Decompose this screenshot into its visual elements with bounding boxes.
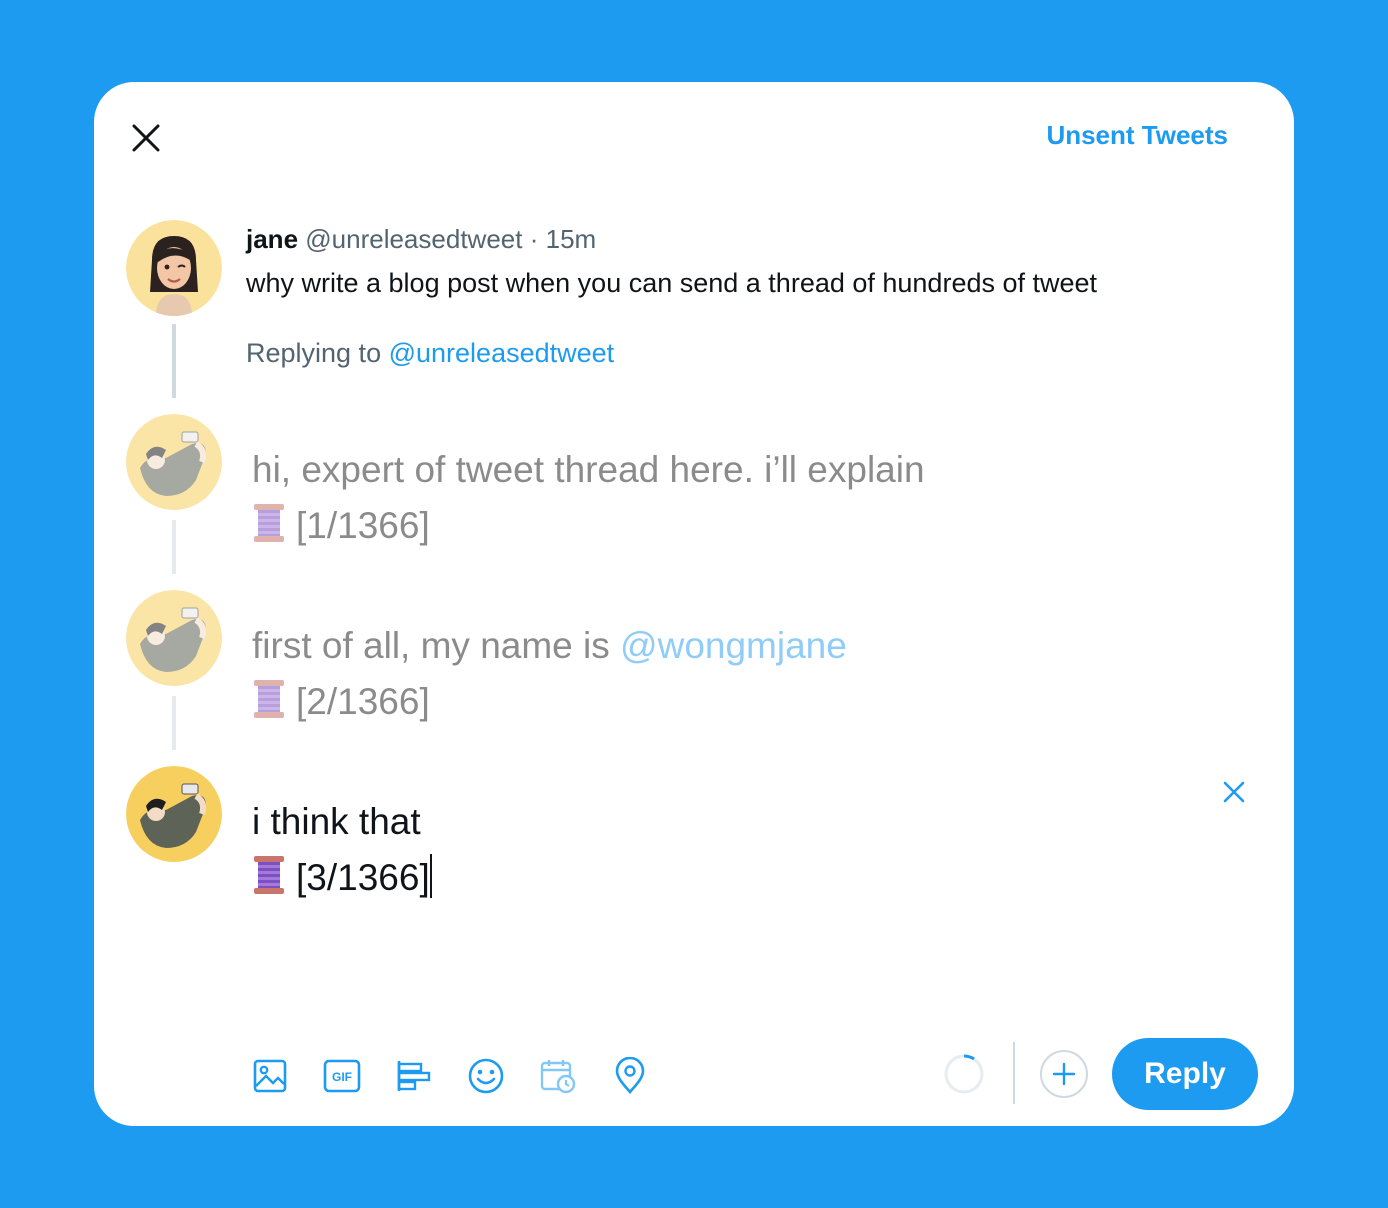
location-button[interactable] <box>608 1054 652 1098</box>
compose-modal: Unsent Tweets jane @unreleasedtweet · 15… <box>94 82 1294 1126</box>
schedule-button[interactable] <box>536 1054 580 1098</box>
draft-text: i think that <box>252 801 421 842</box>
svg-text:GIF: GIF <box>332 1070 352 1084</box>
close-button[interactable] <box>124 116 168 160</box>
draft-tweet-1[interactable]: hi, expert of tweet thread here. i’ll ex… <box>252 442 925 554</box>
draft-text-prefix: first of all, my name is <box>252 625 610 666</box>
thread-spool-icon <box>252 856 286 894</box>
thread-spool-icon <box>252 504 286 542</box>
close-icon <box>132 124 160 152</box>
draft-counter: [2/1366] <box>296 681 430 722</box>
draft-counter-line: [3/1366] <box>252 850 432 906</box>
thread-connector-line <box>172 520 176 574</box>
remove-draft-button[interactable] <box>1216 774 1252 810</box>
draft-text: hi, expert of tweet thread here. i’ll ex… <box>252 449 925 490</box>
author-name[interactable]: jane <box>246 224 298 254</box>
compose-toolbar: GIF <box>248 1052 680 1100</box>
tweet-time[interactable]: 15m <box>546 224 597 254</box>
unsent-tweets-link[interactable]: Unsent Tweets <box>1046 120 1228 151</box>
memoji-avatar-image <box>126 220 222 316</box>
close-icon <box>1223 781 1245 803</box>
poll-icon <box>397 1061 431 1091</box>
original-tweet-header: jane @unreleasedtweet · 15m <box>246 224 596 255</box>
location-icon <box>615 1057 645 1094</box>
plus-icon <box>1052 1062 1076 1086</box>
thread-connector-line <box>172 324 176 398</box>
illustrated-avatar-image <box>126 766 222 862</box>
image-icon <box>253 1059 287 1093</box>
illustrated-avatar-image <box>126 414 222 510</box>
draft-counter: [1/1366] <box>296 505 430 546</box>
poll-button[interactable] <box>392 1054 436 1098</box>
emoji-button[interactable] <box>464 1054 508 1098</box>
illustrated-avatar-image <box>126 590 222 686</box>
avatar[interactable] <box>126 220 222 316</box>
separator: · <box>529 224 539 254</box>
draft-counter: [3/1366] <box>296 857 430 898</box>
author-handle[interactable]: @unreleasedtweet <box>305 224 522 254</box>
thread-connector-line <box>172 696 176 750</box>
draft-counter-line: [1/1366] <box>252 498 925 554</box>
text-caret <box>429 854 432 898</box>
schedule-icon <box>540 1060 576 1094</box>
avatar[interactable] <box>126 766 222 862</box>
reply-button[interactable]: Reply <box>1112 1038 1258 1110</box>
draft-text: first of all, my name is @wongmjane <box>252 618 847 674</box>
toolbar-divider <box>1013 1042 1015 1104</box>
character-count-ring <box>944 1054 984 1094</box>
replying-prefix: Replying to <box>246 338 382 368</box>
draft-counter-line: [2/1366] <box>252 674 847 730</box>
draft-tweet-3-editor[interactable]: i think that [3/1366] <box>252 794 432 906</box>
original-tweet-text: why write a blog post when you can send … <box>246 268 1098 298</box>
mention-link[interactable]: @wongmjane <box>620 625 847 666</box>
add-tweet-button[interactable] <box>1040 1050 1088 1098</box>
media-button[interactable] <box>248 1054 292 1098</box>
replying-to: Replying to @unreleasedtweet <box>246 338 614 369</box>
gif-icon: GIF <box>323 1059 361 1093</box>
gif-button[interactable]: GIF <box>320 1054 364 1098</box>
emoji-icon <box>468 1058 504 1094</box>
thread-spool-icon <box>252 680 286 718</box>
draft-tweet-2[interactable]: first of all, my name is @wongmjane [2/1… <box>252 618 847 730</box>
replying-handle[interactable]: @unreleasedtweet <box>389 338 615 368</box>
avatar[interactable] <box>126 590 222 686</box>
avatar[interactable] <box>126 414 222 510</box>
